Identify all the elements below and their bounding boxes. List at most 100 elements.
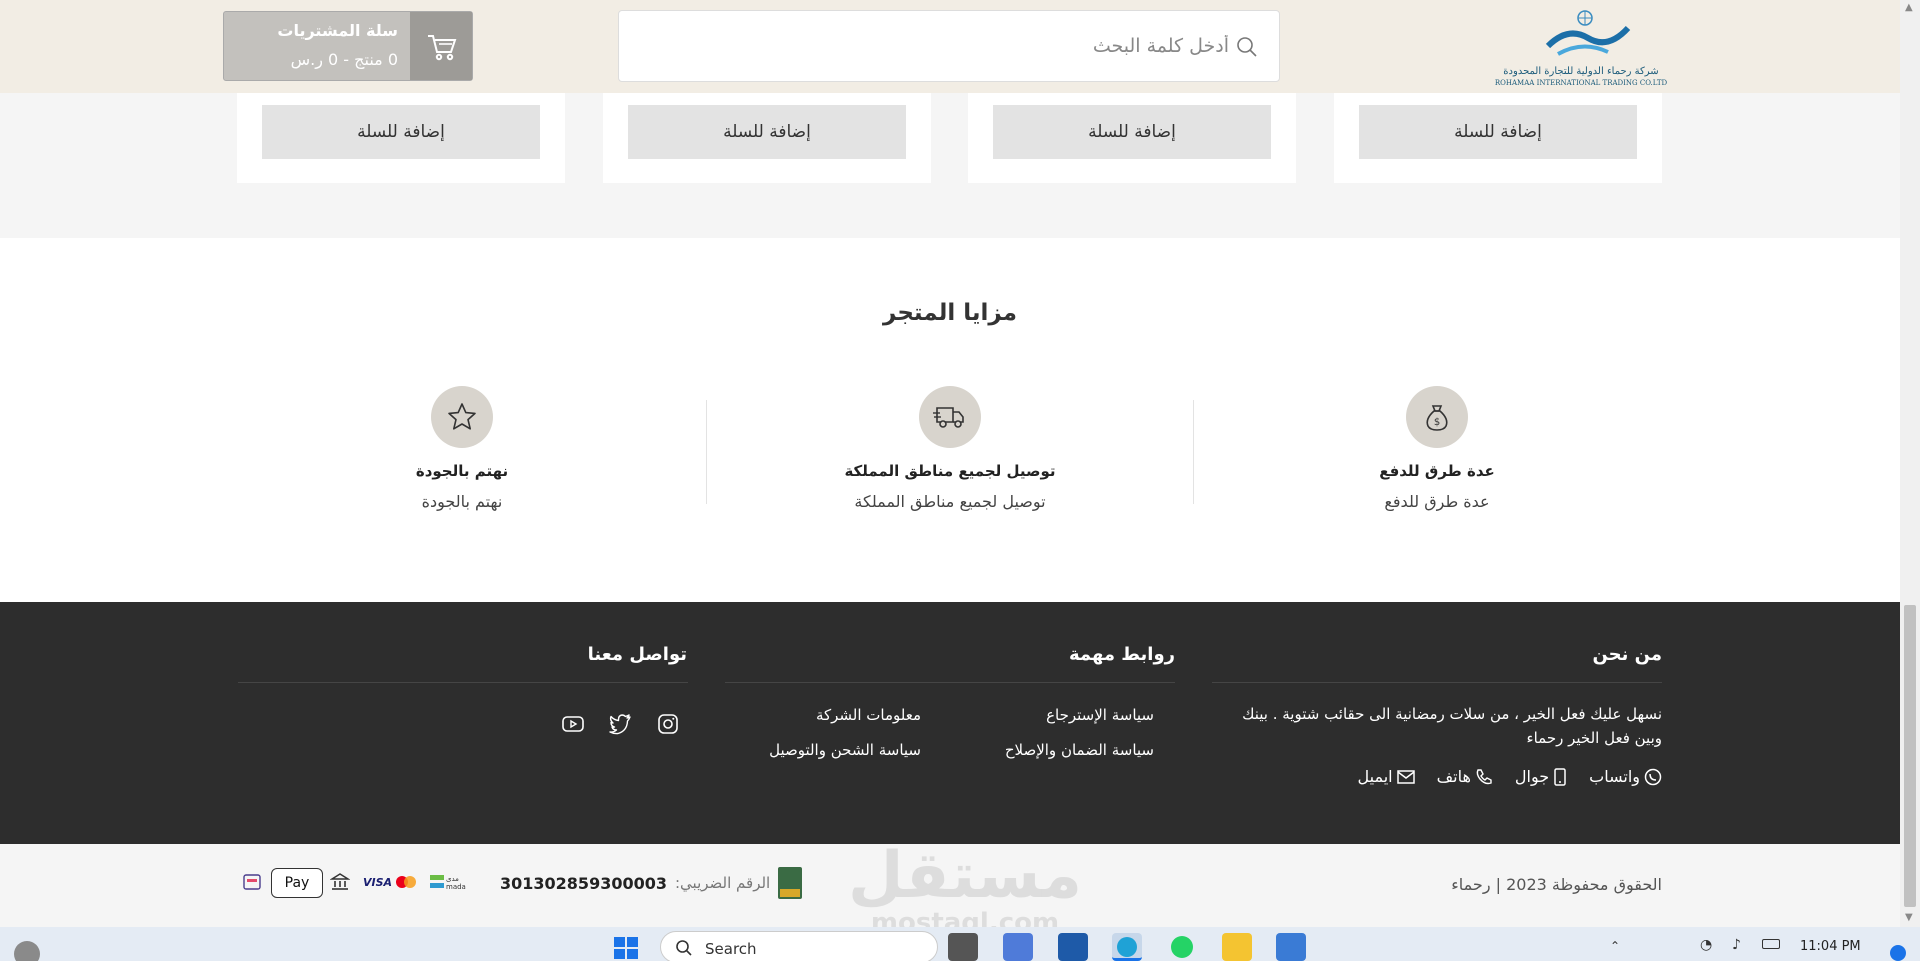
notepad-icon[interactable]: [1276, 933, 1306, 961]
add-to-cart-button[interactable]: إضافة للسلة: [993, 105, 1271, 159]
instagram-icon[interactable]: [656, 712, 680, 736]
logo-text-english: ROHAMAA INTERNATIONAL TRADING CO.LTD: [1494, 79, 1668, 87]
task-view-icon[interactable]: [948, 933, 978, 961]
youtube-icon[interactable]: [561, 712, 585, 736]
cart-icon: [428, 35, 457, 61]
search-icon[interactable]: [1235, 35, 1259, 59]
tray-chevron-up-icon[interactable]: ⌃: [1610, 939, 1620, 953]
star-icon: [431, 386, 493, 448]
whatsapp-label: واتساب: [1589, 767, 1640, 786]
svg-text:mada: mada: [446, 883, 466, 891]
phone-icon: [1476, 768, 1492, 784]
visa-mastercard-icon: VISA: [362, 866, 418, 898]
store-icon[interactable]: [1058, 933, 1088, 961]
app-icon[interactable]: [1003, 933, 1033, 961]
taskbar-search-icon: [676, 940, 692, 956]
logo-mark-icon: [1545, 10, 1631, 56]
stc-pay-icon: [240, 866, 264, 898]
mobile-label: جوال: [1514, 767, 1550, 786]
scroll-up-arrow-icon[interactable]: ▲: [1905, 2, 1915, 13]
vat-certificate-icon[interactable]: [778, 867, 803, 899]
phone-link[interactable]: هاتف: [1437, 767, 1493, 786]
about-text: نسهل عليك فعل الخير ، من سلات رمضانية ال…: [1242, 705, 1662, 747]
cart-summary: 0 منتج - 0 ر.س: [290, 50, 398, 69]
column-divider: [238, 682, 688, 683]
edge-browser-icon[interactable]: [1112, 933, 1142, 961]
product-card: إضافة للسلة: [237, 93, 565, 183]
feature-item: نهتم بالجودة نهتم بالجودة: [282, 386, 642, 511]
store-features-section: مزايا المتجر $ عدة طرق للدفع عدة طرق للد…: [0, 238, 1900, 602]
shipping-policy-link[interactable]: سياسة الشحن والتوصيل: [769, 741, 921, 759]
feature-description: توصيل لجميع مناطق المملكة: [854, 492, 1046, 511]
product-card: إضافة للسلة: [968, 93, 1296, 183]
feature-item: توصيل لجميع مناطق المملكة توصيل لجميع من…: [770, 386, 1130, 511]
mobile-phone-icon: [1554, 767, 1566, 786]
file-explorer-icon[interactable]: [1222, 933, 1252, 961]
links-title: روابط مهمة: [1068, 644, 1175, 665]
volume-icon[interactable]: ♪: [1732, 937, 1741, 953]
contact-methods: واتساب جوال هاتف ايميل: [1358, 767, 1663, 786]
feature-description: نهتم بالجودة: [421, 492, 503, 511]
email-label: ايميل: [1357, 767, 1393, 786]
wifi-icon[interactable]: ◔: [1700, 937, 1712, 953]
add-to-cart-button[interactable]: إضافة للسلة: [262, 105, 540, 159]
cart-icon-box: [410, 12, 472, 80]
feature-title: عدة طرق للدفع: [1379, 462, 1495, 480]
site-header: شركة رحماء الدولية للتجارة المحدودة ROHA…: [0, 0, 1900, 93]
cart-button[interactable]: سلة المشتريات 0 منتج - 0 ر.س: [223, 11, 473, 81]
feature-item: $ عدة طرق للدفع عدة طرق للدفع: [1257, 386, 1617, 511]
bottom-bar: مستقل mostaql.com الحقوق محفوظة 2023 | ر…: [0, 844, 1900, 938]
copyright-text: الحقوق محفوظة 2023 | رحماء: [1451, 875, 1662, 894]
email-icon: [1396, 769, 1415, 784]
notification-badge[interactable]: [1890, 945, 1906, 961]
page-scrollbar[interactable]: ▲ ▼: [1900, 0, 1920, 927]
email-link[interactable]: ايميل: [1358, 767, 1415, 786]
twitter-icon[interactable]: [608, 712, 632, 736]
delivery-truck-icon: [919, 386, 981, 448]
tax-info: الرقم الضريبي: 301302859300003: [500, 866, 803, 900]
system-clock[interactable]: 11:04 PM: [1800, 939, 1861, 954]
search-box: [618, 10, 1280, 82]
product-card: إضافة للسلة: [1334, 93, 1662, 183]
feature-description: عدة طرق للدفع: [1384, 492, 1490, 511]
svg-text:مدى: مدى: [446, 875, 459, 883]
return-policy-link[interactable]: سياسة الإسترجاع: [1046, 706, 1154, 724]
logo-text-arabic: شركة رحماء الدولية للتجارة المحدودة: [1503, 66, 1659, 77]
whatsapp-link[interactable]: واتساب: [1589, 767, 1662, 786]
windows-start-icon[interactable]: [611, 933, 641, 961]
column-divider: [725, 682, 1175, 683]
search-input[interactable]: [669, 11, 1229, 81]
company-logo[interactable]: شركة رحماء الدولية للتجارة المحدودة ROHA…: [1488, 6, 1674, 88]
add-to-cart-button[interactable]: إضافة للسلة: [1359, 105, 1637, 159]
company-info-link[interactable]: معلومات الشركة: [816, 706, 921, 724]
apple-pay-icon: Pay: [271, 868, 323, 898]
windows-taskbar: Search ⌃ ◔ ♪ 11:04 PM: [0, 927, 1920, 961]
feature-title: نهتم بالجودة: [415, 462, 509, 480]
feature-divider: [1193, 400, 1194, 504]
apple-pay-label: Pay: [284, 875, 310, 891]
phone-label: هاتف: [1436, 767, 1471, 786]
mostaql-watermark: مستقل mostaql.com: [840, 844, 1090, 938]
add-to-cart-button[interactable]: إضافة للسلة: [628, 105, 906, 159]
widgets-icon[interactable]: [14, 941, 40, 961]
site-footer: من نحن نسهل عليك فعل الخير ، من سلات رمض…: [0, 602, 1900, 844]
mada-icon: مدى mada: [428, 866, 472, 898]
battery-icon[interactable]: [1762, 939, 1780, 949]
product-card: إضافة للسلة: [603, 93, 931, 183]
whatsapp-app-icon[interactable]: [1167, 933, 1197, 961]
about-title: من نحن: [1592, 644, 1662, 665]
taskbar-search-label: Search: [705, 940, 757, 958]
warranty-policy-link[interactable]: سياسة الضمان والإصلاح: [1005, 741, 1154, 759]
contact-us-title: تواصل معنا: [587, 644, 687, 665]
svg-text:$: $: [1434, 417, 1440, 428]
scroll-down-arrow-icon[interactable]: ▼: [1905, 912, 1915, 923]
features-title: مزايا المتجر: [883, 300, 1017, 326]
taskbar-search[interactable]: Search: [660, 931, 938, 961]
mobile-link[interactable]: جوال: [1515, 767, 1567, 786]
svg-text:VISA: VISA: [363, 876, 392, 889]
column-divider: [1212, 682, 1662, 683]
whatsapp-icon: [1644, 768, 1662, 785]
watermark-arabic: مستقل: [847, 839, 1083, 913]
scrollbar-thumb[interactable]: [1904, 605, 1916, 907]
feature-divider: [706, 400, 707, 504]
